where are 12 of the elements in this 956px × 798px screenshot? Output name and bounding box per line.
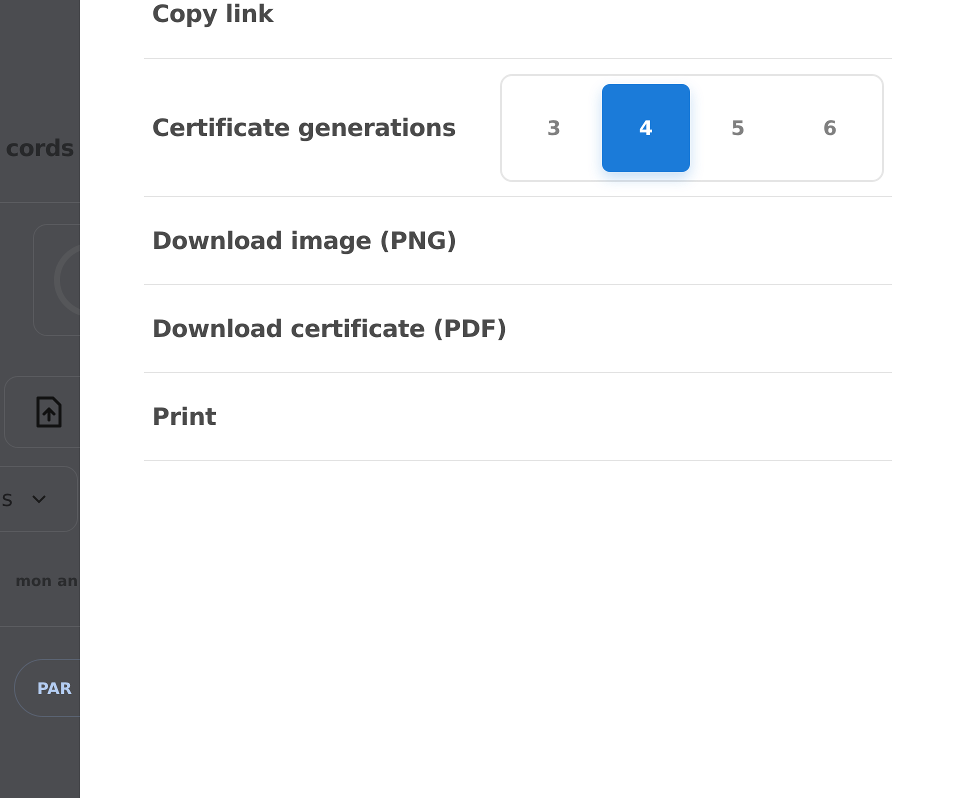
chevron-down-icon <box>31 494 47 504</box>
segment-option[interactable]: 3 <box>510 84 598 172</box>
menu-item[interactable]: Print <box>144 373 892 461</box>
segment-option[interactable]: 6 <box>786 84 874 172</box>
file-upload-icon <box>35 395 63 429</box>
setting-label: Certificate generations <box>152 114 456 142</box>
segment-option[interactable]: 4 <box>602 84 690 172</box>
menu-item[interactable]: Download image (PNG) <box>144 197 892 285</box>
menu-item[interactable]: Download certificate (PDF) <box>144 285 892 373</box>
pill-button[interactable]: PAR <box>14 659 80 717</box>
segment-option[interactable]: 5 <box>694 84 782 172</box>
menu-item[interactable]: Copy link <box>144 0 892 59</box>
